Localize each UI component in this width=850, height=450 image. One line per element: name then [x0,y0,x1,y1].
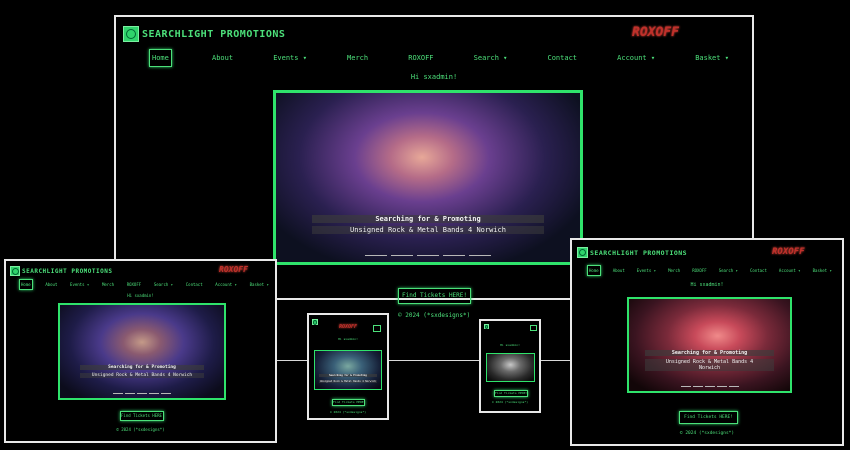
nav-item-basket[interactable]: Basket ▾ [695,54,729,62]
searchlight-logo-icon [312,319,318,325]
nav-item-about[interactable]: About [45,282,57,287]
find-tickets-button[interactable]: Find Tickets HERE! [398,288,471,304]
find-tickets-button[interactable]: Find Tickets HERE! [332,399,366,406]
footer-copyright: © 2024 (*sxdesigns*) [116,427,165,432]
caption-subtitle: Unsigned Rock & Metal Bands 4 Norwich [79,373,205,378]
nav-item-roxoff[interactable]: ROXOFF [692,268,706,273]
nav-item-events[interactable]: Events ▾ [70,282,89,287]
greeting: Hi sxadmin! [127,293,154,298]
footer-copyright: © 2024 (*sxdesigns*) [679,431,735,436]
site-logo[interactable] [312,319,318,325]
footer-copyright: © 2024 (*sxdesigns*) [398,312,471,319]
hero-caption: Searching for & Promoting Unsigned Rock … [79,365,205,378]
menu-toggle-icon[interactable] [373,325,381,332]
nav-item-account[interactable]: Account ▾ [779,268,801,273]
caption-title: Searching for & Promoting [312,215,544,223]
roxoff-logo-icon[interactable]: ROXOFF [632,25,679,40]
caption-title: Searching for & Promoting [645,350,774,356]
nav-item-merch[interactable]: Merch [668,268,680,273]
phone-mockup: Hi sxadmin! Find Tickets HERE! © 2024 (*… [479,319,541,413]
searchlight-logo-icon [577,247,588,258]
hero-carousel[interactable]: Searching for & Promoting Unsigned Rock … [273,90,583,265]
nav-item-roxoff[interactable]: ROXOFF [127,282,141,287]
nav-item-merch[interactable]: Merch [102,282,114,287]
nav-item-basket[interactable]: Basket ▾ [250,282,269,287]
find-tickets-button[interactable]: Find Tickets HERE! [120,411,164,421]
tablet-mockup: ROXOFF Hi sxadmin! Searching for & Promo… [307,313,389,420]
nav-item-merch[interactable]: Merch [347,54,368,62]
carousel-indicators[interactable] [60,393,224,394]
site-logo[interactable] [484,324,489,329]
caption-title: Searching for & Promoting [79,365,205,370]
nav-item-contact[interactable]: Contact [750,268,767,273]
laptop-mockup-right: SEARCHLIGHT PROMOTIONS ROXOFF Home About… [570,238,844,446]
hero-caption: Searching for & Promoting Unsigned Rock … [312,215,544,234]
roxoff-logo-icon[interactable]: ROXOFF [772,247,805,257]
footer-copyright: © 2024 (*sxdesigns*) [491,400,529,404]
nav-item-account[interactable]: Account ▾ [215,282,237,287]
connector-line [540,360,572,361]
nav-item-events[interactable]: Events ▾ [637,268,656,273]
nav-item-home[interactable]: Home [19,279,33,290]
nav-item-account[interactable]: Account ▾ [617,54,655,62]
caption-subtitle-line2: Norwich [645,365,774,371]
caption-subtitle: Unsigned Rock & Metal Bands 4 Norwich [312,226,544,234]
logo-text: SEARCHLIGHT PROMOTIONS [22,267,113,275]
greeting: Hi sxadmin! [500,343,520,347]
nav-item-about[interactable]: About [212,54,233,62]
hero-carousel[interactable] [486,353,535,382]
nav-item-roxoff[interactable]: ROXOFF [408,54,433,62]
greeting: Hi sxadmin! [410,73,458,81]
nav-item-contact[interactable]: Contact [186,282,203,287]
greeting: Hi sxadmin! [338,337,358,341]
carousel-indicators[interactable] [629,386,790,387]
carousel-indicators[interactable] [276,255,580,256]
nav-item-basket[interactable]: Basket ▾ [813,268,832,273]
caption-subtitle: Unsigned Rock & Metal Bands 4 Norwich [318,380,378,383]
nav-item-search[interactable]: Search ▾ [719,268,738,273]
searchlight-logo-icon [123,26,139,42]
connector-line [276,360,308,361]
roxoff-logo-icon[interactable]: ROXOFF [219,265,248,274]
nav-item-home[interactable]: Home [149,49,172,67]
nav-item-about[interactable]: About [613,268,625,273]
hero-caption: Searching for & Promoting Unsigned Rock … [645,350,774,371]
logo-text: SEARCHLIGHT PROMOTIONS [142,28,286,40]
caption-title: Searching for & Promoting [318,374,378,377]
main-nav: Home About Events ▾ Merch ROXOFF Search … [149,49,729,67]
nav-item-home[interactable]: Home [587,264,601,276]
main-nav: Home About Events ▾ Merch ROXOFF Search … [587,264,832,276]
nav-item-search[interactable]: Search ▾ [154,282,173,287]
hero-carousel[interactable]: Searching for & Promoting Unsigned Rock … [627,297,792,393]
searchlight-logo-icon [484,324,489,329]
laptop-mockup: SEARCHLIGHT PROMOTIONS ROXOFF Home About… [4,259,277,443]
nav-item-search[interactable]: Search ▾ [474,54,508,62]
greeting: Hi sxadmin! [690,282,724,288]
find-tickets-button[interactable]: Find Tickets HERE! [679,411,738,424]
site-logo[interactable]: SEARCHLIGHT PROMOTIONS [10,266,112,276]
hero-carousel[interactable]: Searching for & Promoting Unsigned Rock … [314,350,382,390]
find-tickets-button[interactable]: Find Tickets HERE! [494,390,528,397]
hero-carousel[interactable]: Searching for & Promoting Unsigned Rock … [58,303,226,400]
logo-text: SEARCHLIGHT PROMOTIONS [590,248,688,257]
roxoff-logo-icon[interactable]: ROXOFF [339,324,357,330]
menu-toggle-icon[interactable] [530,325,537,331]
connector-line [388,360,480,361]
hero-caption: Searching for & Promoting Unsigned Rock … [318,374,378,383]
footer-copyright: © 2024 (*sxdesigns*) [329,410,367,414]
searchlight-logo-icon [10,266,20,276]
main-nav: Home About Events ▾ Merch ROXOFF Search … [19,279,269,290]
site-logo[interactable]: SEARCHLIGHT PROMOTIONS [123,26,285,42]
site-logo[interactable]: SEARCHLIGHT PROMOTIONS [577,247,687,258]
nav-item-contact[interactable]: Contact [548,54,578,62]
nav-item-events[interactable]: Events ▾ [273,54,307,62]
